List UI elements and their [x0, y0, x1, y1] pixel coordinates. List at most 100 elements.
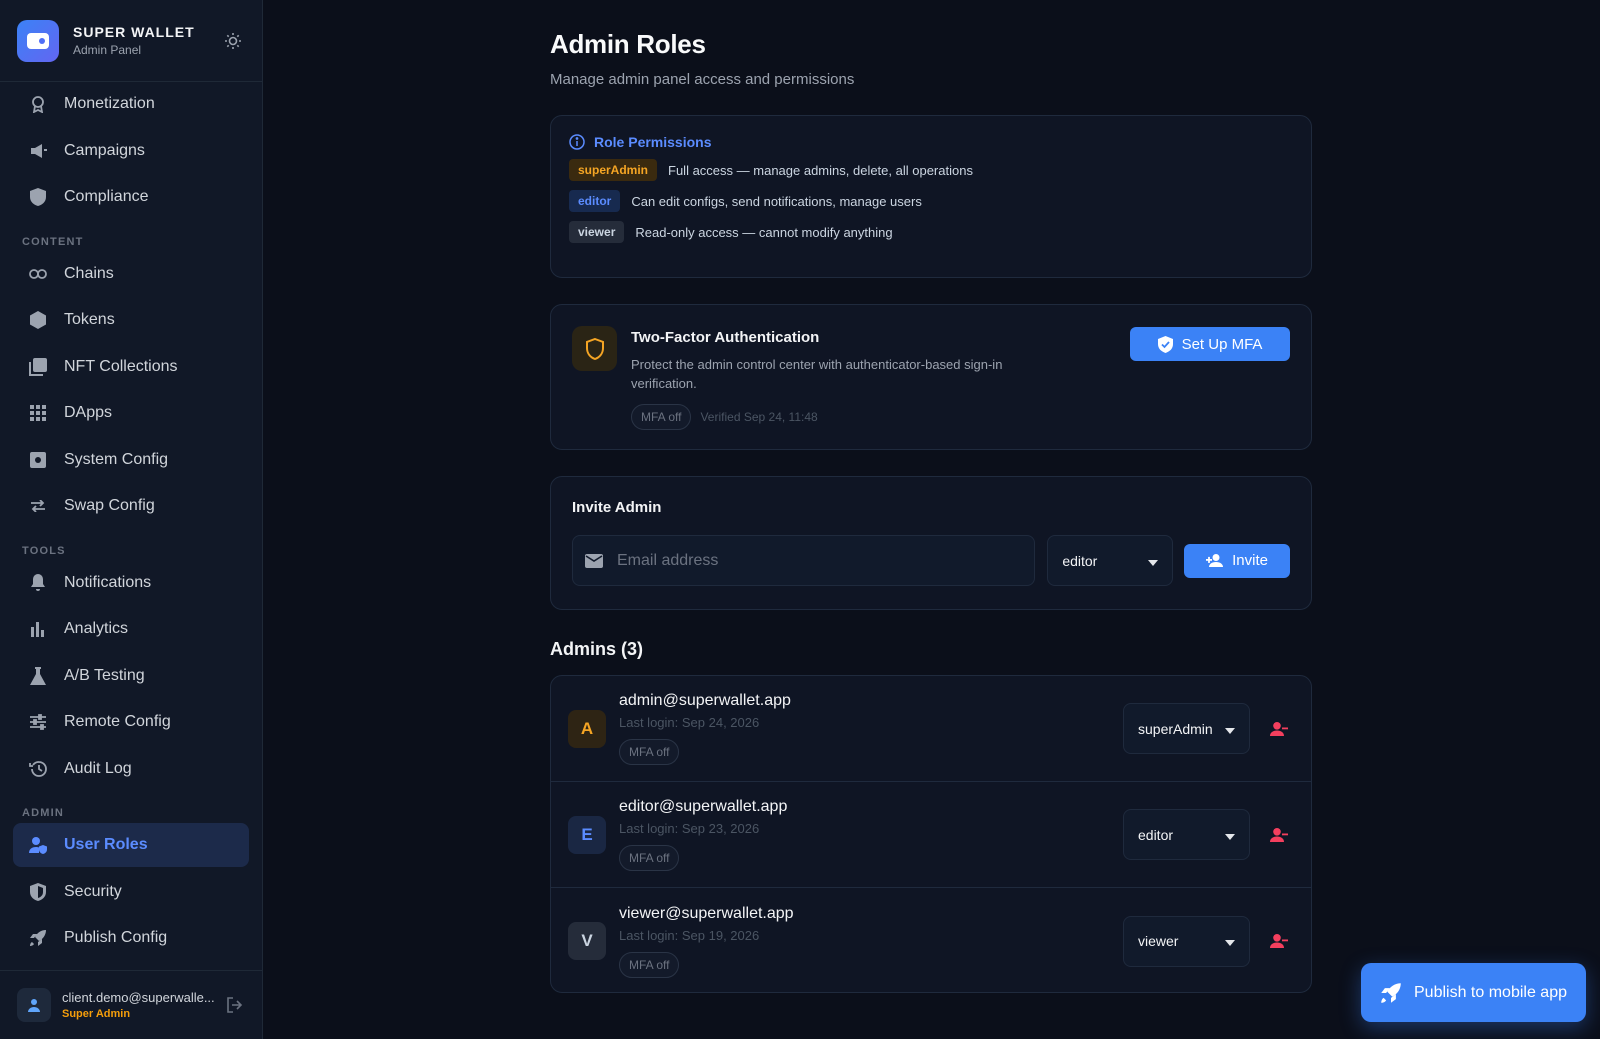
- sidebar-item-dapps[interactable]: DApps: [13, 391, 249, 435]
- sidebar-item-label: Tokens: [64, 311, 115, 328]
- megaphone-icon: [29, 142, 47, 160]
- list-item: V viewer@superwallet.app Last login: Sep…: [551, 888, 1311, 992]
- section-tools: TOOLS: [22, 544, 66, 557]
- sidebar-item-nft-collections[interactable]: NFT Collections: [13, 345, 249, 389]
- brand-subtitle: Admin Panel: [73, 43, 142, 57]
- email-field[interactable]: [572, 535, 1036, 586]
- sidebar-item-campaigns[interactable]: Campaigns: [13, 129, 249, 173]
- admins-list: A admin@superwallet.app Last login: Sep …: [550, 675, 1312, 993]
- sun-icon[interactable]: [221, 29, 245, 53]
- permission-row: superAdmin Full access — manage admins, …: [569, 159, 1293, 181]
- sidebar-item-label: User Roles: [64, 836, 148, 853]
- settings-box-icon: [29, 451, 47, 469]
- sidebar-item-tokens[interactable]: Tokens: [13, 298, 249, 342]
- sidebar-item-label: Monetization: [64, 95, 155, 112]
- sidebar: SUPER WALLET Admin Panel Monetization Ca…: [0, 0, 263, 1039]
- role-select-value: superAdmin: [1138, 720, 1213, 737]
- invite-label: Invite: [1232, 552, 1268, 569]
- sidebar-item-ab-testing[interactable]: A/B Testing: [13, 654, 249, 698]
- sidebar-item-remote-config[interactable]: Remote Config: [13, 700, 249, 744]
- permission-description: Read-only access — cannot modify anythin…: [635, 224, 893, 240]
- brand-title: SUPER WALLET: [73, 24, 195, 40]
- link-icon: [29, 265, 47, 283]
- sidebar-item-label: Analytics: [64, 620, 129, 637]
- sidebar-item-label: DApps: [64, 404, 113, 421]
- role-select[interactable]: editor: [1123, 809, 1250, 860]
- mfa-status-badge: MFA off: [619, 951, 680, 978]
- token-icon: [29, 311, 47, 329]
- list-item: E editor@superwallet.app Last login: Sep…: [551, 782, 1311, 888]
- gallery-icon: [29, 357, 47, 376]
- list-item: A admin@superwallet.app Last login: Sep …: [551, 676, 1311, 782]
- sidebar-item-label: Audit Log: [64, 759, 132, 777]
- shield-lock-icon: [29, 882, 47, 901]
- user-shield-icon: [29, 836, 47, 854]
- admins-title: Admins (3): [550, 639, 644, 659]
- sidebar-item-user-roles[interactable]: User Roles: [13, 823, 249, 867]
- sidebar-item-label: Notifications: [64, 573, 152, 591]
- swap-icon: [29, 497, 47, 515]
- sidebar-item-label: NFT Collections: [64, 357, 178, 375]
- sliders-icon: [29, 713, 47, 731]
- sidebar-item-audit-log[interactable]: Audit Log: [13, 747, 249, 791]
- sidebar-item-notifications[interactable]: Notifications: [13, 561, 249, 605]
- admin-email: editor@superwallet.app: [619, 798, 788, 815]
- user-role: Super Admin: [62, 1008, 131, 1020]
- section-admin: ADMIN: [22, 807, 65, 819]
- user-email: client.demo@superwalle...: [62, 990, 215, 1005]
- setup-mfa-button[interactable]: Set Up MFA: [1130, 327, 1290, 361]
- role-permissions-card: Role Permissions superAdmin Full access …: [550, 115, 1312, 278]
- flask-icon: [29, 666, 47, 685]
- admin-last-login: Last login: Sep 24, 2026: [619, 715, 760, 730]
- mfa-card: Two-Factor Authentication Protect the ad…: [550, 304, 1312, 450]
- role-select[interactable]: viewer: [1123, 915, 1250, 967]
- sidebar-item-publish-config[interactable]: Publish Config: [13, 916, 249, 960]
- sidebar-item-chains[interactable]: Chains: [13, 252, 249, 296]
- mfa-status-badge: MFA off: [619, 845, 680, 871]
- sidebar-item-system-config[interactable]: System Config: [13, 438, 249, 482]
- remove-user-icon[interactable]: [1268, 824, 1290, 846]
- role-select-value: viewer: [1138, 933, 1179, 949]
- wallet-logo-icon: [17, 19, 59, 62]
- publish-label: Publish to mobile app: [1414, 983, 1567, 1001]
- permission-description: Can edit configs, send notifications, ma…: [631, 193, 922, 209]
- sidebar-item-label: Swap Config: [64, 497, 155, 514]
- sidebar-item-security[interactable]: Security: [13, 870, 249, 914]
- invite-title: Invite Admin: [572, 499, 662, 516]
- publish-to-mobile-button[interactable]: Publish to mobile app: [1361, 963, 1586, 1022]
- remove-user-icon[interactable]: [1268, 930, 1290, 952]
- sidebar-item-monetization[interactable]: Monetization: [13, 82, 249, 126]
- main-content: Admin Roles Manage admin panel access an…: [550, 0, 1312, 993]
- avatar: E: [568, 815, 606, 854]
- grid-icon: [29, 404, 47, 422]
- page-title: Admin Roles: [550, 29, 706, 59]
- badge-icon: [29, 95, 47, 113]
- invite-button[interactable]: Invite: [1184, 543, 1290, 578]
- email-input[interactable]: [617, 551, 1023, 570]
- mfa-verified-text: Verified Sep 24, 11:48: [700, 410, 818, 424]
- sidebar-nav: Monetization Campaigns Compliance CONTEN…: [0, 82, 262, 960]
- brand-header: SUPER WALLET Admin Panel: [0, 0, 262, 82]
- role-badge-editor: editor: [569, 190, 621, 212]
- sidebar-item-label: Compliance: [64, 188, 149, 205]
- logout-icon[interactable]: [225, 995, 245, 1015]
- sidebar-item-label: Remote Config: [64, 713, 171, 730]
- page-subtitle: Manage admin panel access and permission…: [550, 71, 855, 88]
- shield-icon: [29, 188, 47, 206]
- role-select[interactable]: superAdmin: [1123, 703, 1250, 754]
- sidebar-item-compliance[interactable]: Compliance: [13, 175, 249, 219]
- invite-role-select[interactable]: editor: [1047, 535, 1174, 586]
- sidebar-item-swap-config[interactable]: Swap Config: [13, 484, 249, 528]
- user-icon: [17, 988, 51, 1022]
- permission-row: editor Can edit configs, send notificati…: [569, 190, 1293, 212]
- admin-last-login: Last login: Sep 23, 2026: [619, 821, 760, 836]
- remove-user-icon[interactable]: [1268, 718, 1290, 740]
- admin-email: viewer@superwallet.app: [619, 904, 794, 922]
- chevron-down-icon: [1225, 827, 1235, 843]
- role-badge-viewer: viewer: [569, 221, 625, 243]
- bar-chart-icon: [29, 620, 47, 638]
- mail-icon: [585, 553, 603, 568]
- mfa-description: Protect the admin control center with au…: [631, 357, 1003, 391]
- sidebar-item-analytics[interactable]: Analytics: [13, 607, 249, 651]
- mfa-title: Two-Factor Authentication: [631, 329, 820, 346]
